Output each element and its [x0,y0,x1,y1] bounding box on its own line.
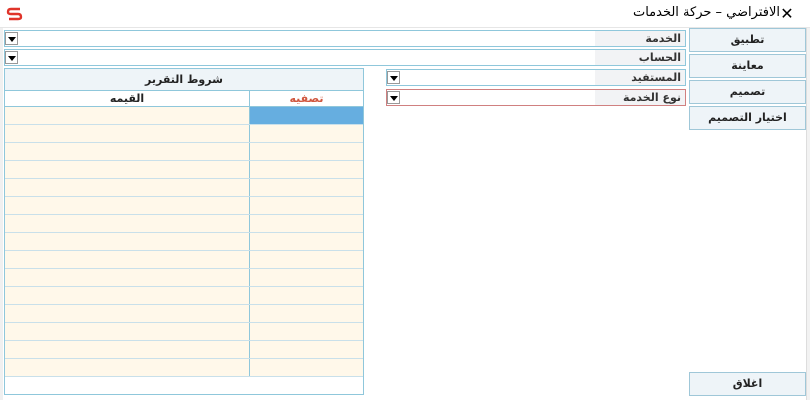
filter-cell[interactable] [250,359,363,376]
filter-cell[interactable] [250,305,363,322]
table-row[interactable] [5,143,363,161]
service-type-dropdown-icon[interactable] [387,91,400,104]
value-cell[interactable] [5,197,250,214]
service-type-field[interactable]: نوع الخدمة [386,89,686,106]
account-dropdown-icon[interactable] [5,51,18,64]
service-dropdown-icon[interactable] [5,32,18,45]
design-button[interactable]: تصميم [689,80,806,104]
value-cell[interactable] [5,161,250,178]
value-column-header: القيمه [5,91,250,107]
filter-cell[interactable] [250,233,363,250]
report-conditions-caption: شروط التقرير [5,69,363,91]
filter-cell[interactable] [250,269,363,286]
filter-cell[interactable] [250,125,363,142]
table-row[interactable] [5,323,363,341]
table-row[interactable] [5,359,363,377]
value-cell[interactable] [5,323,250,340]
table-row[interactable] [5,251,363,269]
value-cell[interactable] [5,179,250,196]
filter-cell[interactable] [250,215,363,232]
choose-design-button[interactable]: اختيار التصميم [689,106,806,130]
close-button[interactable]: اغلاق [689,372,806,396]
filter-cell[interactable] [250,323,363,340]
table-row[interactable] [5,197,363,215]
value-cell[interactable] [5,107,250,124]
table-row[interactable] [5,125,363,143]
window-frame-left [0,28,3,400]
table-row[interactable] [5,107,363,125]
value-cell[interactable] [5,143,250,160]
table-row[interactable] [5,305,363,323]
close-window-button[interactable]: ✕ [764,0,810,28]
filter-column-header: تصفيه [250,91,363,107]
value-cell[interactable] [5,233,250,250]
filter-cell[interactable] [250,197,363,214]
service-field[interactable]: الخدمة [4,30,686,47]
table-row[interactable] [5,341,363,359]
filter-cell[interactable] [250,161,363,178]
filter-cell[interactable] [250,251,363,268]
preview-button[interactable]: معاينة [689,54,806,78]
value-cell[interactable] [5,269,250,286]
value-cell[interactable] [5,125,250,142]
account-field[interactable]: الحساب [4,49,686,66]
filter-cell-selected[interactable] [250,107,363,124]
value-cell[interactable] [5,251,250,268]
service-type-label: نوع الخدمة [622,91,681,104]
beneficiary-dropdown-icon[interactable] [387,71,400,84]
grid-rows [5,107,363,377]
beneficiary-label: المستفيد [631,71,681,84]
table-row[interactable] [5,233,363,251]
filter-cell[interactable] [250,341,363,358]
s-logo-icon [6,6,24,22]
table-row[interactable] [5,215,363,233]
report-conditions-grid[interactable]: شروط التقرير القيمه تصفيه [4,68,364,395]
window-title: الافتراضي – حركة الخدمات [632,5,780,20]
table-row[interactable] [5,179,363,197]
value-cell[interactable] [5,341,250,358]
filter-cell[interactable] [250,179,363,196]
service-label: الخدمة [645,32,681,45]
filter-cell[interactable] [250,143,363,160]
title-bar: الافتراضي – حركة الخدمات ✕ [0,0,810,28]
filter-cell[interactable] [250,287,363,304]
value-cell[interactable] [5,359,250,376]
account-label: الحساب [638,51,681,64]
value-cell[interactable] [5,305,250,322]
table-row[interactable] [5,287,363,305]
value-cell[interactable] [5,215,250,232]
value-cell[interactable] [5,287,250,304]
window-frame-right [806,28,810,400]
apply-button[interactable]: تطبيق [689,28,806,52]
beneficiary-field[interactable]: المستفيد [386,69,686,86]
table-row[interactable] [5,269,363,287]
table-row[interactable] [5,161,363,179]
